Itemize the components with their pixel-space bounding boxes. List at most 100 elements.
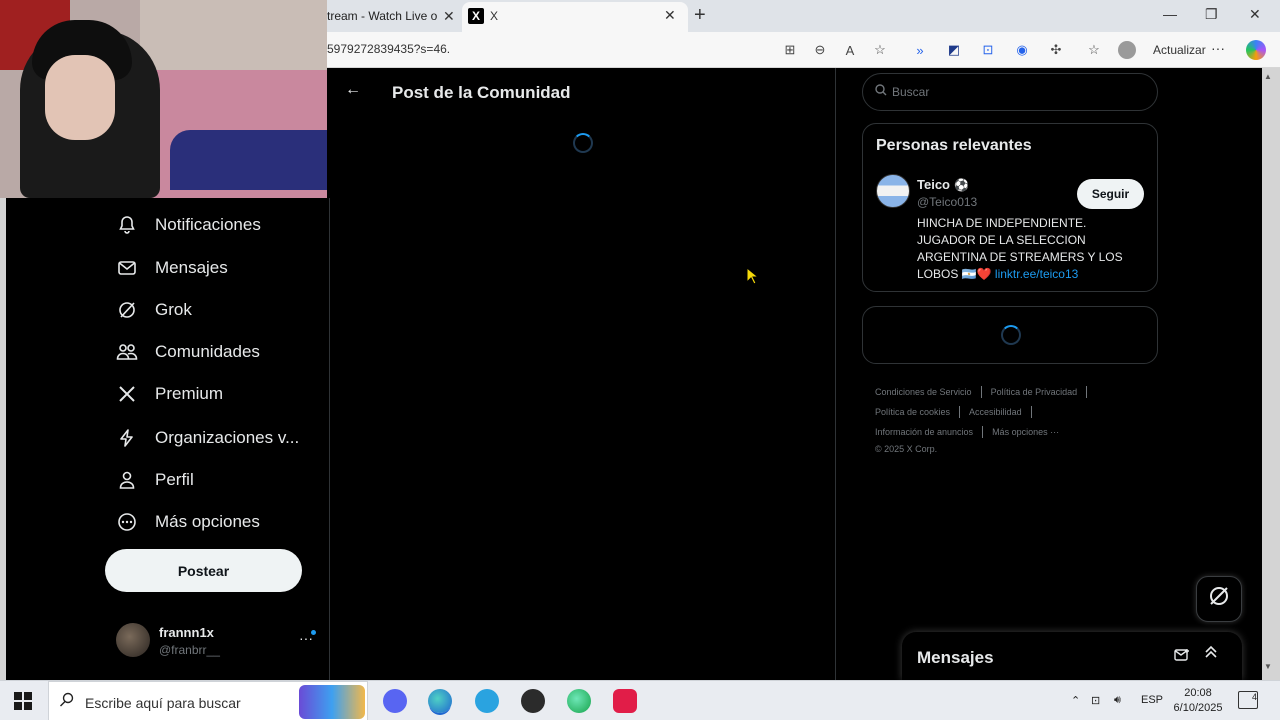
lightning-icon (116, 427, 138, 449)
grok-icon (1207, 584, 1231, 614)
copyright: © 2025 X Corp. (875, 444, 938, 454)
copilot-icon[interactable] (1246, 40, 1266, 60)
chevron-up-icon[interactable] (1204, 645, 1218, 662)
follow-button[interactable]: Seguir (1077, 179, 1144, 209)
account-handle: @franbrr__ (159, 643, 220, 657)
screen: tream - Watch Live on ✕ X X ✕ + — ❐ ✕ 59… (0, 0, 1280, 720)
people-icon (116, 341, 138, 363)
extension-icon[interactable]: ◉ (1013, 41, 1031, 59)
sidebar-item-label: Mensajes (155, 258, 228, 277)
footer-link[interactable]: Información de anuncios (875, 427, 973, 437)
notification-center-icon[interactable]: 4 (1238, 691, 1258, 709)
sidebar-item-perfil[interactable]: Perfil (116, 464, 194, 496)
bio-link[interactable]: linktr.ee/teico13 (995, 267, 1078, 281)
user-bio: HINCHA DE INDEPENDIENTE. JUGADOR DE LA S… (917, 216, 1123, 281)
footer-links: Condiciones de Servicio Política de Priv… (875, 382, 1165, 456)
close-window-button[interactable]: ✕ (1249, 6, 1261, 23)
browser-menu-button[interactable]: ··· (1211, 40, 1225, 56)
footer-link[interactable]: Más opciones ··· (992, 427, 1059, 437)
grok-button[interactable] (1196, 576, 1242, 622)
x-logo-icon (116, 383, 138, 405)
scrollbar[interactable] (1262, 68, 1280, 680)
taskbar-search-placeholder: Escribe aquí para buscar (85, 695, 241, 711)
sidebar-item-label: Premium (155, 384, 224, 403)
search-placeholder: Buscar (892, 85, 930, 99)
obs-icon[interactable] (521, 689, 545, 713)
favorite-star-icon[interactable]: ☆ (871, 41, 889, 59)
new-tab-button[interactable]: + (694, 4, 706, 27)
clock[interactable]: 20:08 6/10/2025 (1170, 686, 1226, 716)
page-title: Post de la Comunidad (392, 83, 571, 102)
mouse-cursor-icon (746, 267, 758, 285)
scroll-down-icon[interactable]: ▼ (1264, 662, 1272, 671)
messages-drawer[interactable]: Mensajes (902, 632, 1242, 680)
grok-icon (116, 299, 138, 321)
x-favicon-icon: X (468, 8, 484, 24)
app-icon[interactable] (613, 689, 637, 713)
minimize-button[interactable]: — (1163, 6, 1177, 22)
sidebar-item-label: Notificaciones (155, 215, 261, 234)
edge-dev-icon[interactable] (567, 689, 591, 713)
account-name[interactable]: frannn1x (159, 625, 214, 640)
loading-spinner-icon (1001, 325, 1021, 345)
favorites-icon[interactable]: ☆ (1085, 41, 1103, 59)
sidebar-item-label: Grok (155, 300, 192, 319)
sidebar-item-notificaciones[interactable]: Notificaciones (116, 209, 261, 241)
sidebar-item-mensajes[interactable]: Mensajes (116, 252, 228, 284)
sidebar-item-organizaciones[interactable]: Organizaciones v... (116, 422, 299, 454)
search-highlight-image[interactable] (299, 685, 365, 719)
sidebar-item-label: Perfil (155, 470, 194, 489)
new-message-icon[interactable] (1174, 648, 1190, 665)
scroll-up-icon[interactable]: ▲ (1264, 72, 1272, 81)
user-name[interactable]: Teico ⚽ (917, 177, 969, 192)
language-indicator[interactable]: ESP (1141, 694, 1163, 706)
tab-close-icon[interactable]: ✕ (443, 8, 455, 25)
notification-dot (311, 630, 316, 635)
footer-link[interactable]: Condiciones de Servicio (875, 387, 972, 397)
card-title: Personas relevantes (876, 137, 1032, 154)
profile-avatar[interactable] (1118, 41, 1136, 59)
search-input[interactable]: Buscar (862, 73, 1158, 111)
loading-card (862, 306, 1158, 364)
chevron-up-icon[interactable]: ⌃ (1071, 694, 1080, 707)
apps-icon[interactable]: ⊞ (781, 41, 799, 59)
sidebar-item-grok[interactable]: Grok (116, 294, 192, 326)
restore-button[interactable]: ❐ (1205, 6, 1218, 23)
screenshot-icon[interactable]: ⊡ (979, 41, 997, 59)
tab-x[interactable]: X X ✕ (462, 2, 688, 32)
edge-icon[interactable] (428, 689, 452, 713)
tab-close-icon[interactable]: ✕ (664, 7, 676, 24)
footer-link[interactable]: Política de cookies (875, 407, 950, 417)
sidebar-item-premium[interactable]: Premium (116, 378, 223, 410)
extension-icon[interactable]: ◩ (945, 41, 963, 59)
bell-icon (116, 214, 138, 236)
footer-link[interactable]: Política de Privacidad (991, 387, 1078, 397)
volume-icon[interactable]: 🔊︎ (1114, 694, 1121, 707)
more-circle-icon (116, 511, 138, 533)
windows-start-icon[interactable] (14, 692, 32, 710)
back-arrow-icon[interactable]: ← (345, 81, 361, 99)
network-icon[interactable]: ⊡ (1091, 694, 1100, 707)
tab-stream[interactable]: tream - Watch Live on ✕ (327, 0, 460, 32)
url-field[interactable]: 5979272839435?s=46. (327, 42, 450, 56)
sidebar-item-label: Más opciones (155, 512, 260, 531)
discord-icon[interactable] (383, 689, 407, 713)
sidebar-item-mas-opciones[interactable]: Más opciones (116, 506, 260, 538)
user-handle: @Teico013 (917, 195, 978, 209)
zoom-icon[interactable]: ⊖ (811, 41, 829, 59)
taskbar-search-input[interactable]: Escribe aquí para buscar (48, 681, 368, 720)
sidebar-item-comunidades[interactable]: Comunidades (116, 336, 260, 368)
update-button[interactable]: Actualizar (1145, 38, 1214, 62)
extension-icon[interactable]: » (911, 41, 929, 59)
relevant-people-card: Personas relevantes Teico ⚽ @Teico013 Seg… (862, 123, 1158, 292)
footer-link[interactable]: Accesibilidad (969, 407, 1022, 417)
avatar[interactable] (116, 623, 150, 657)
read-aloud-icon[interactable]: A (841, 41, 859, 59)
extensions-puzzle-icon[interactable]: ✣ (1047, 41, 1065, 59)
person-icon (116, 469, 138, 491)
tab-title: X (490, 9, 499, 23)
loading-spinner-icon (573, 133, 593, 153)
telegram-icon[interactable] (475, 689, 499, 713)
post-button[interactable]: Postear (105, 549, 302, 592)
avatar[interactable] (876, 174, 910, 208)
